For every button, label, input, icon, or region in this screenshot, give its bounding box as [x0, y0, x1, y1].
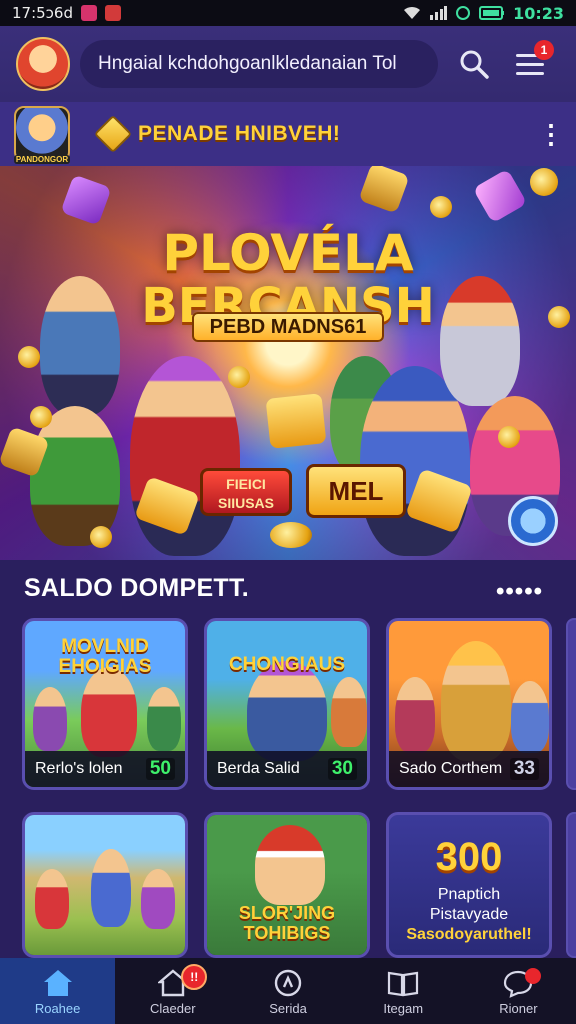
sync-icon: [456, 6, 471, 20]
card-character: [395, 677, 435, 753]
card-character: [147, 687, 181, 751]
card-peek[interactable]: [566, 812, 576, 958]
notification-app-icon: [81, 5, 97, 21]
promo-bar[interactable]: PANDONGOR PENADE HNIBVEH! ⋮: [0, 102, 576, 166]
card-character: [91, 849, 131, 927]
promo-title: PENADE HNIBVEH!: [138, 122, 341, 145]
balance-line1: Pnaptich: [437, 886, 501, 903]
balance-card[interactable]: 300 Pnaptich Pistavyade Sasodoyaruthel!: [386, 812, 552, 958]
card-character: [255, 825, 325, 905]
game-card[interactable]: MOVLNID EHOIGIAS Rerlo's lolen 50: [22, 618, 188, 790]
card-label: Berda Salid: [217, 760, 300, 777]
gift-box-icon: [265, 393, 327, 449]
game-card[interactable]: CHONGIAUS Berda Salid 30: [204, 618, 370, 790]
hero-subtitle: PEBD MADNS61: [0, 312, 576, 342]
app-header: Hngaial kchdohgoanlkledanaian Tol 1: [0, 26, 576, 102]
card-banner: CHONGIAUS: [228, 654, 346, 675]
nav-item-rioner[interactable]: Rioner: [461, 958, 576, 1024]
book-icon: [387, 967, 419, 999]
status-left-text: 17:5ɔ6d: [12, 4, 73, 22]
hero-subtitle-text: PEBD MADNS61: [191, 312, 385, 342]
status-clock: 10:23: [513, 3, 564, 23]
wheel-icon: [272, 967, 304, 999]
nav-badge: !!: [181, 964, 208, 990]
card-value: 50: [145, 758, 175, 780]
card-caption: Berda Salid 30: [207, 751, 367, 787]
nav-notification-dot: [524, 968, 541, 984]
nav-label: Claeder: [150, 1000, 196, 1016]
card-character: [81, 667, 137, 757]
balance-line2: Pistavyade: [429, 906, 509, 923]
coin-icon: [498, 426, 520, 448]
nav-label: Rioner: [499, 1000, 538, 1016]
bottom-navigation: Roahee Claeder !! Serida Itegam Rioner: [0, 958, 576, 1024]
card-value: 30: [327, 758, 357, 780]
card-label: Sado Corthem: [399, 760, 503, 777]
card-caption: Sado Corthem 33: [389, 751, 549, 787]
promo-avatar-caption: PANDONGOR: [14, 155, 70, 164]
card-caption: Rerlo's lolen 50: [25, 751, 185, 787]
battery-icon: [479, 6, 505, 20]
section-more-button[interactable]: •••••: [496, 578, 543, 606]
hero-tool-button[interactable]: [508, 496, 558, 546]
notification-badge: 1: [534, 40, 554, 60]
home-icon: [42, 967, 74, 999]
hero-chip-right[interactable]: MEL: [306, 464, 406, 518]
hero-title-line1: PLOVÉLA: [162, 224, 414, 282]
section-title: SALDO DOMPETT.: [24, 574, 250, 602]
card-banner: SLOR'JING TOHIBIGS: [238, 903, 336, 943]
card-character: [33, 687, 67, 751]
coin-icon: [270, 522, 312, 548]
coin-icon: [530, 168, 558, 196]
search-icon: [460, 50, 489, 79]
game-card[interactable]: SLOR'JING TOHIBIGS: [204, 812, 370, 958]
card-character: [35, 869, 69, 929]
search-input[interactable]: Hngaial kchdohgoanlkledanaian Tol: [80, 40, 438, 88]
card-character: [331, 677, 367, 747]
card-character: [247, 661, 327, 761]
card-character: [441, 641, 511, 761]
user-avatar[interactable]: [16, 37, 70, 91]
coin-icon: [430, 196, 452, 218]
balance-line3: Sasodoyaruthel!: [406, 926, 532, 943]
hero-chip-left[interactable]: FIEICI SIIUSAS: [200, 468, 292, 516]
nav-label: Itegam: [383, 1000, 424, 1016]
gem-icon: [93, 114, 133, 154]
nav-item-home[interactable]: Roahee: [0, 958, 116, 1024]
more-vertical-icon[interactable]: ⋮: [538, 119, 564, 150]
card-banner: MOVLNID EHOIGIAS: [58, 636, 152, 677]
coin-icon: [18, 346, 40, 368]
card-character: [511, 681, 549, 753]
card-character: [141, 869, 175, 929]
nav-item-serida[interactable]: Serida: [230, 958, 345, 1024]
coin-icon: [228, 366, 250, 388]
menu-button[interactable]: 1: [510, 40, 554, 84]
status-bar: 17:5ɔ6d 10:23: [0, 0, 576, 26]
coin-icon: [90, 526, 112, 548]
card-value: 33: [509, 758, 539, 780]
hero-banner[interactable]: PLOVÉLA BERCANSH PEBD MADNS61 FIEICI SII…: [0, 166, 576, 560]
game-card[interactable]: [22, 812, 188, 958]
nav-label: Roahee: [34, 1000, 81, 1016]
coin-icon: [30, 406, 52, 428]
balance-text: Pnaptich Pistavyade Sasodoyaruthel!: [399, 885, 539, 945]
search-button[interactable]: [454, 44, 494, 84]
card-label: Rerlo's lolen: [35, 760, 123, 777]
nav-label: Serida: [269, 1000, 307, 1016]
notification-app-icon-2: [105, 5, 121, 21]
search-text: Hngaial kchdohgoanlkledanaian Tol: [98, 53, 397, 74]
nav-item-itegam[interactable]: Itegam: [346, 958, 461, 1024]
signal-icon: [430, 6, 448, 20]
balance-amount: 300: [435, 835, 503, 879]
promo-avatar: PANDONGOR: [14, 106, 70, 164]
card-peek[interactable]: [566, 618, 576, 790]
game-card[interactable]: Sado Corthem 33: [386, 618, 552, 790]
nav-item-calendar[interactable]: Claeder !!: [115, 958, 230, 1024]
wifi-icon: [404, 6, 421, 19]
